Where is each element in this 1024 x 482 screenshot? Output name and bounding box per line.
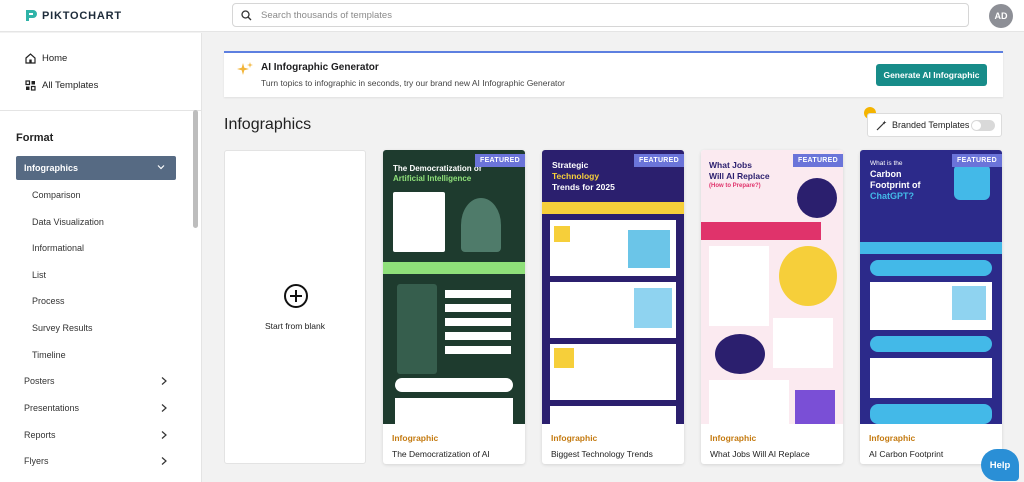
top-bar: PIKTOCHART AD <box>0 0 1024 32</box>
template-card[interactable]: Strategic Technology Trends for 2025 FEA… <box>542 150 684 464</box>
chevron-right-icon <box>161 377 167 385</box>
thumb-heading: Carbon <box>870 169 902 179</box>
chevron-right-icon <box>161 404 167 412</box>
card-category: Infographic <box>392 433 439 443</box>
template-thumbnail: What Jobs Will AI Replace (How to Prepar… <box>701 150 843 424</box>
sidebar-subitem-comparison[interactable]: Comparison <box>32 190 81 200</box>
card-title: What Jobs Will AI Replace <box>710 449 810 459</box>
start-from-blank-card[interactable]: Start from blank <box>224 150 366 464</box>
page-title: Infographics <box>224 116 312 133</box>
flyers-label: Flyers <box>24 456 49 466</box>
plus-circle-icon <box>284 284 308 308</box>
featured-badge: FEATURED <box>793 154 843 167</box>
banner-title: AI Infographic Generator <box>261 62 379 73</box>
thumb-heading: What is the <box>870 160 903 167</box>
card-title: AI Carbon Footprint <box>869 449 944 459</box>
card-category: Infographic <box>710 433 757 443</box>
thumb-heading: What Jobs <box>709 160 752 170</box>
card-category: Infographic <box>551 433 598 443</box>
all-templates-label: All Templates <box>42 80 99 91</box>
help-button[interactable]: Help <box>981 449 1019 481</box>
search-icon <box>241 9 252 20</box>
sidebar: Home All Templates Format Infographics C… <box>0 33 202 482</box>
home-icon <box>25 53 36 64</box>
presentations-label: Presentations <box>24 403 80 413</box>
thumb-heading: Strategic <box>552 160 589 170</box>
featured-badge: FEATURED <box>952 154 1002 167</box>
ai-generator-banner: AI Infographic Generator Turn topics to … <box>224 51 1003 97</box>
banner-description: Turn topics to infographic in seconds, t… <box>261 78 565 88</box>
template-card[interactable]: The Democratization of Artificial Intell… <box>383 150 525 464</box>
chevron-down-icon <box>157 165 165 170</box>
chevron-right-icon <box>161 457 167 465</box>
card-title: Biggest Technology Trends <box>551 449 653 459</box>
logo[interactable]: PIKTOCHART <box>25 9 122 22</box>
start-from-blank-label: Start from blank <box>265 321 325 331</box>
sidebar-subitem-list[interactable]: List <box>32 270 46 280</box>
brand-name: PIKTOCHART <box>42 9 122 22</box>
sidebar-item-posters[interactable]: Posters <box>24 376 168 386</box>
search-input[interactable] <box>261 9 911 21</box>
branded-templates-label: Branded Templates <box>892 120 970 130</box>
search-bar[interactable] <box>232 3 969 27</box>
thumb-heading: The Democratization of <box>393 164 482 173</box>
sparkle-icon <box>237 62 253 75</box>
home-label: Home <box>42 53 68 64</box>
thumb-heading: Trends for 2025 <box>552 182 615 192</box>
sidebar-item-infographics[interactable]: Infographics <box>16 156 176 180</box>
featured-badge: FEATURED <box>634 154 684 167</box>
template-card[interactable]: What Jobs Will AI Replace (How to Prepar… <box>701 150 843 464</box>
template-thumbnail: What is the Carbon Footprint of ChatGPT? <box>860 150 1002 424</box>
chevron-right-icon <box>161 431 167 439</box>
sidebar-subitem-timeline[interactable]: Timeline <box>32 350 66 360</box>
infographics-label: Infographics <box>24 163 79 173</box>
sidebar-divider <box>0 110 202 111</box>
templates-grid-icon <box>25 80 36 91</box>
card-category: Infographic <box>869 433 916 443</box>
sidebar-subitem-survey-results[interactable]: Survey Results <box>32 323 93 333</box>
posters-label: Posters <box>24 376 55 386</box>
thumb-heading: Artificial Intelligence <box>393 174 472 183</box>
sidebar-item-home[interactable]: Home <box>25 53 67 64</box>
generate-ai-infographic-button[interactable]: Generate AI Infographic <box>876 64 987 86</box>
thumb-heading: (How to Prepare?) <box>709 183 761 189</box>
sidebar-scrollbar[interactable] <box>193 110 198 228</box>
sidebar-subitem-data-visualization[interactable]: Data Visualization <box>32 217 104 227</box>
sidebar-item-reports[interactable]: Reports <box>24 430 168 440</box>
magic-wand-icon <box>876 120 887 130</box>
piktochart-logo-icon <box>26 10 37 21</box>
sidebar-item-all-templates[interactable]: All Templates <box>25 80 98 91</box>
template-thumbnail: Strategic Technology Trends for 2025 <box>542 150 684 424</box>
format-heading: Format <box>16 132 54 144</box>
thumb-heading: Will AI Replace <box>709 171 770 181</box>
avatar[interactable]: AD <box>989 4 1013 28</box>
branded-templates-toggle[interactable]: Branded Templates <box>867 113 1002 137</box>
sidebar-subitem-informational[interactable]: Informational <box>32 243 84 253</box>
sidebar-item-flyers[interactable]: Flyers <box>24 456 168 466</box>
thumb-heading: Footprint of <box>870 180 921 190</box>
reports-label: Reports <box>24 430 56 440</box>
branded-toggle-switch[interactable] <box>971 120 995 131</box>
featured-badge: FEATURED <box>475 154 525 167</box>
sidebar-subitem-process[interactable]: Process <box>32 296 65 306</box>
thumb-heading: ChatGPT? <box>870 191 914 201</box>
card-title: The Democratization of AI <box>392 449 490 459</box>
template-card[interactable]: What is the Carbon Footprint of ChatGPT?… <box>860 150 1002 464</box>
thumb-heading: Technology <box>552 171 600 181</box>
template-thumbnail: The Democratization of Artificial Intell… <box>383 150 525 424</box>
sidebar-item-presentations[interactable]: Presentations <box>24 403 168 413</box>
